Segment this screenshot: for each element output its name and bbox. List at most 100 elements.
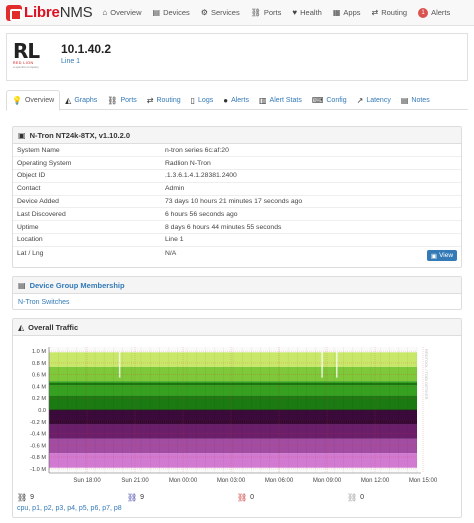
vendor-logo-mark: RL: [13, 39, 40, 63]
nav-routing[interactable]: ⇄ Routing: [372, 8, 408, 17]
code-icon: ⌨: [311, 95, 324, 105]
device-location[interactable]: Line 1: [61, 58, 80, 65]
table-row: Operating System Radlion N-Tron: [13, 156, 461, 170]
row-key: Object ID: [13, 169, 161, 183]
tab-graphs-label: Graphs: [74, 96, 98, 104]
overview-panel: ▣ N-Tron NT24k-8TX, v1.10.2.0 System Nam…: [12, 126, 462, 268]
file-icon: ▯: [190, 95, 196, 105]
y-tick-label: 0.0: [38, 408, 46, 414]
nav-health[interactable]: ♥ Health: [292, 8, 321, 17]
row-key: Contact: [13, 181, 161, 196]
brand-suffix: NMS: [59, 4, 93, 21]
data-gap: [336, 351, 338, 378]
tab-overview[interactable]: 💡 Overview: [6, 90, 61, 111]
lightbulb-icon: 💡: [12, 96, 22, 105]
ports-down-count: 0: [250, 493, 255, 501]
row-key: Operating System: [13, 156, 161, 170]
x-tick-label: Sun 21:00: [121, 478, 149, 484]
tab-alert-stats-label: Alert Stats: [269, 96, 302, 104]
overview-table: System Name n-tron series 6c:af:20 Operat…: [13, 144, 461, 260]
tab-config-label: Config: [326, 96, 347, 104]
y-tick-label: -0.6 M: [30, 443, 46, 449]
tab-graphs[interactable]: ◭ Graphs: [60, 90, 102, 110]
tab-overview-label: Overview: [24, 97, 55, 104]
row-value: 6 hours 56 seconds ago: [161, 207, 461, 221]
table-row: Uptime 8 days 6 hours 44 minutes 55 secon…: [13, 220, 461, 234]
y-tick-label: -0.4 M: [30, 432, 46, 438]
overall-traffic-panel: ◭ Overall Traffic Sun 18:00 Sun 21:00 Mon …: [12, 318, 462, 518]
row-key: Uptime: [13, 220, 161, 234]
y-tick-label: 0.2 M: [32, 396, 46, 402]
tab-config[interactable]: ⌨ Config: [307, 90, 352, 110]
nav-ports-label: Ports: [263, 8, 282, 17]
apps-icon: ▦: [332, 8, 341, 17]
y-tick-label: 1.0 M: [32, 349, 46, 355]
tab-alert-stats[interactable]: ▥ Alert Stats: [254, 90, 307, 110]
map-view-button[interactable]: ▣ View: [427, 250, 457, 261]
row-value: Radlion N-Tron: [161, 156, 461, 170]
row-value: n-tron series 6c:af:20: [165, 146, 229, 154]
nav-alerts-label: Alerts: [431, 8, 451, 17]
nav-alerts[interactable]: 1 Alerts: [418, 7, 451, 18]
area-chart-icon: ◭: [18, 322, 25, 332]
row-value: .1.3.6.1.4.1.28381.2400: [161, 169, 461, 183]
row-key: Device Added: [13, 194, 161, 208]
nav-overview[interactable]: ⌂ Overview: [102, 8, 141, 17]
nav-services[interactable]: ⚙ Services: [201, 8, 240, 17]
row-value: Line 1: [161, 233, 461, 247]
traffic-title: Overall Traffic: [28, 322, 79, 332]
table-row: Object ID .1.3.6.1.4.1.28381.2400: [13, 169, 461, 183]
arrows-icon: ⇄: [371, 8, 379, 17]
rrdtool-watermark: RRDTOOL / TOBI OETIKER: [424, 349, 429, 400]
top-navbar: LibreNMS ⌂ Overview ▤ Devices ⚙ Services ⛓ P…: [0, 0, 474, 26]
tab-routing-label: Routing: [156, 96, 181, 104]
alert-count-badge: 1: [418, 7, 429, 18]
overview-title: N-Tron NT24k-8TX, v1.10.2.0: [29, 130, 131, 140]
nav-apps[interactable]: ▦ Apps: [333, 8, 361, 17]
ports-total-count: 9: [140, 493, 145, 501]
exclamation-circle-icon: ●: [223, 95, 229, 105]
row-value: 8 days 6 hours 44 minutes 55 seconds: [161, 220, 461, 234]
nav-ports[interactable]: ⛓ Ports: [251, 8, 282, 17]
librenms-logo-icon: [6, 4, 22, 21]
tab-routing[interactable]: ⇄ Routing: [142, 90, 186, 110]
device-header: RL RED LION a spectris company 10.1.40.2…: [6, 33, 468, 81]
table-row: Lat / Lng N/A: [13, 245, 461, 260]
group-link[interactable]: N-Tron Switches: [13, 294, 461, 311]
traffic-graph[interactable]: Sun 18:00 Sun 21:00 Mon 00:00 Mon 03:00 Mon …: [17, 341, 437, 491]
ports-up-stat[interactable]: ⛓ 9: [17, 493, 127, 502]
port-list[interactable]: cpu, p1, p2, p3, p4, p5, p6, p7, p8: [17, 505, 122, 512]
tab-ports-label: Ports: [120, 96, 137, 104]
list-icon: ▤: [18, 280, 26, 290]
area-chart-icon: ◭: [65, 95, 72, 105]
ports-down-stat[interactable]: ⛓ 0: [237, 493, 347, 502]
tab-alerts[interactable]: ● Alerts: [218, 90, 254, 110]
x-tick-label: Mon 06:00: [265, 478, 294, 484]
table-row: System Name n-tron series 6c:af:20: [13, 144, 461, 157]
nav-devices[interactable]: ▤ Devices: [153, 8, 190, 17]
map-icon: ▣: [430, 252, 438, 260]
y-tick-label: 0.6 M: [32, 373, 46, 379]
ports-total-stat[interactable]: ⛓ 9: [127, 493, 237, 502]
overview-heading: ▣ N-Tron NT24k-8TX, v1.10.2.0: [13, 127, 461, 144]
nav-apps-label: Apps: [343, 8, 361, 17]
ports-disabled-stat[interactable]: ⛓ 0: [347, 493, 457, 502]
tab-latency[interactable]: ↗ Latency: [352, 90, 396, 110]
row-value: 73 days 10 hours 21 minutes 17 seconds a…: [161, 194, 461, 208]
tab-notes[interactable]: ▤ Notes: [396, 90, 435, 110]
tab-ports[interactable]: ⛓ Ports: [102, 90, 142, 110]
device-hostname[interactable]: 10.1.40.2: [61, 42, 111, 56]
y-tick-label: 0.8 M: [32, 361, 46, 367]
x-tick-label: Mon 00:00: [169, 478, 198, 484]
arrows-icon: ⇄: [146, 95, 154, 105]
row-key: System Name: [17, 146, 60, 154]
tab-logs[interactable]: ▯ Logs: [186, 90, 219, 110]
tab-notes-label: Notes: [411, 96, 430, 104]
view-button-label: View: [439, 252, 454, 259]
y-tick-label: -1.0 M: [30, 467, 46, 473]
y-tick-label: -0.8 M: [30, 455, 46, 461]
link-icon: ⛓: [127, 492, 138, 502]
table-row: Contact Admin: [13, 181, 461, 196]
librenms-logo[interactable]: LibreNMS: [6, 4, 93, 21]
nav-routing-label: Routing: [381, 8, 408, 17]
